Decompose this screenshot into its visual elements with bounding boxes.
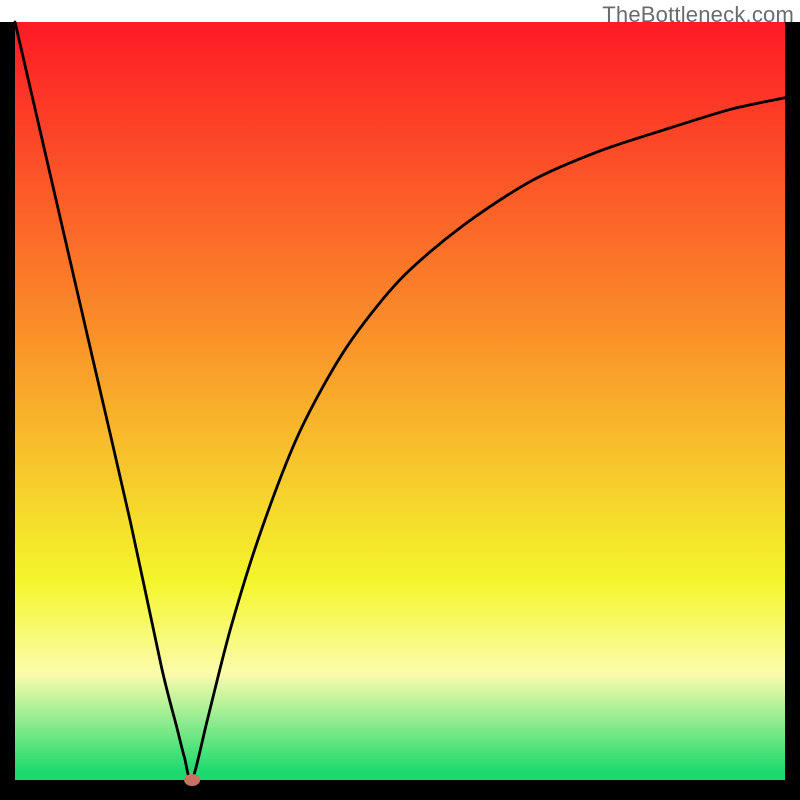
- watermark-text: TheBottleneck.com: [602, 2, 794, 28]
- gradient-plot-area: [15, 22, 785, 780]
- chart-container: { "watermark": "TheBottleneck.com", "col…: [0, 0, 800, 800]
- minimum-marker: [184, 774, 200, 786]
- bottleneck-chart: [0, 0, 800, 800]
